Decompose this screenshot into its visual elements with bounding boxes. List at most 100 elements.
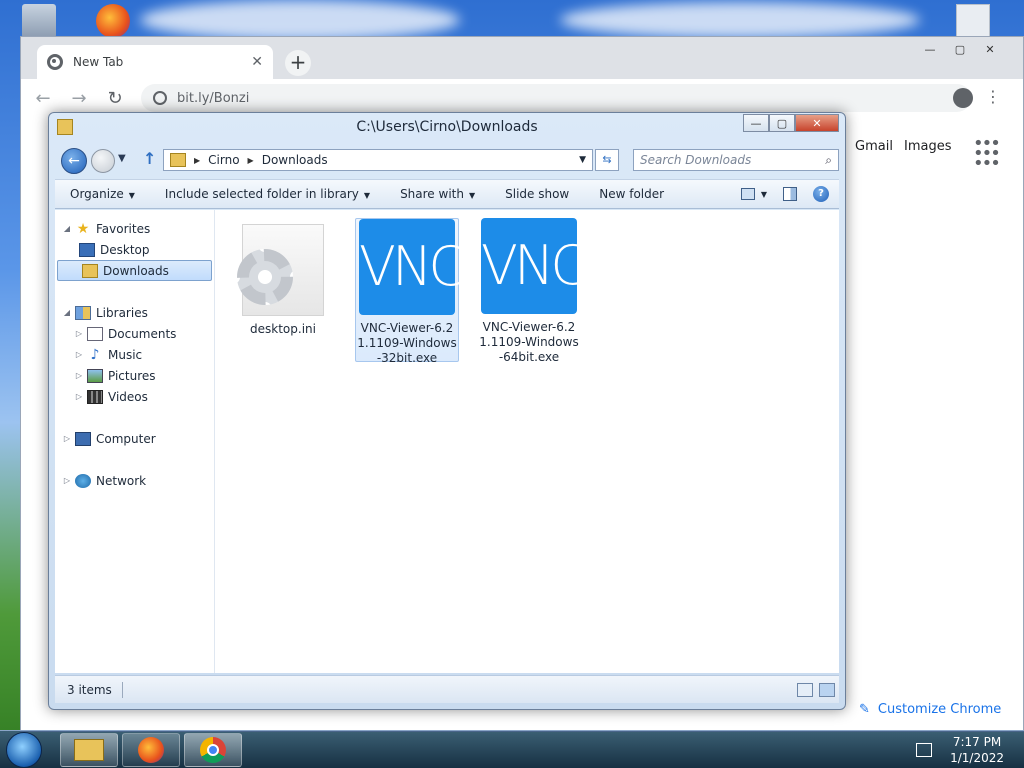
collapsed-triangle-icon[interactable]: ▷ <box>73 350 85 359</box>
chrome-minimize-button[interactable]: — <box>917 40 943 58</box>
forward-arrow-icon[interactable]: → <box>69 88 89 109</box>
chrome-icon <box>200 737 226 763</box>
back-arrow-icon[interactable]: ← <box>33 88 53 109</box>
computer-icon <box>75 431 91 446</box>
chrome-menu-icon[interactable]: ⋮ <box>985 87 1001 106</box>
explorer-minimize-button[interactable]: — <box>743 114 769 132</box>
up-arrow-icon[interactable]: ↑ <box>143 149 156 168</box>
chevron-down-icon: ▼ <box>128 191 135 200</box>
collapsed-triangle-icon[interactable]: ▷ <box>73 392 85 401</box>
chrome-maximize-button[interactable]: ▢ <box>947 40 973 58</box>
documents-icon <box>87 326 103 341</box>
tab-close-icon[interactable]: ✕ <box>251 54 263 70</box>
forward-button[interactable] <box>91 149 115 173</box>
file-item-vnc-32bit[interactable]: VNC VNC-Viewer-6.21.1109-Windows-32bit.e… <box>355 218 466 365</box>
network-icon <box>75 473 91 488</box>
tab-new-tab[interactable]: New Tab ✕ <box>37 45 273 79</box>
taskbar-explorer-button[interactable] <box>60 733 118 767</box>
profile-avatar-icon[interactable] <box>953 88 973 108</box>
nav-computer[interactable]: ▷ Computer <box>55 428 214 449</box>
google-apps-icon[interactable]: ••• ••• ••• <box>973 135 1001 173</box>
include-in-library-button[interactable]: Include selected folder in library ▼ <box>150 187 385 201</box>
collapsed-triangle-icon[interactable]: ▷ <box>61 434 73 443</box>
customize-chrome-button[interactable]: ✎ Customize Chrome <box>845 693 1015 725</box>
back-button[interactable]: ← <box>61 148 87 174</box>
organize-label: Organize <box>70 187 124 201</box>
file-item-vnc-64bit[interactable]: VNC VNC-Viewer-6.21.1109-Windows-64bit.e… <box>477 218 588 364</box>
nav-documents[interactable]: ▷ Documents <box>55 323 214 344</box>
expanded-triangle-icon[interactable]: ◢ <box>61 308 73 317</box>
new-tab-button[interactable]: + <box>285 50 311 76</box>
nav-favorites[interactable]: ◢ ★ Favorites <box>55 218 214 239</box>
reload-icon[interactable]: ↻ <box>105 88 125 109</box>
chevron-down-icon: ▼ <box>468 191 476 200</box>
preview-pane-icon[interactable] <box>783 187 797 201</box>
desktop-file-icon[interactable] <box>956 4 990 38</box>
taskbar-firefox-button[interactable] <box>122 733 180 767</box>
taskbar: 7:17 PM 1/1/2022 <box>0 730 1024 768</box>
breadcrumb-separator-icon[interactable]: ▶ <box>194 156 200 165</box>
details-view-icon[interactable] <box>797 682 813 697</box>
help-icon[interactable]: ? <box>813 186 829 202</box>
nav-network[interactable]: ▷ Network <box>55 470 214 491</box>
breadcrumb-downloads[interactable]: Downloads <box>262 153 328 167</box>
file-name: VNC-Viewer-6.21.1109-Windows-64bit.exe <box>479 320 579 364</box>
gear-icon <box>237 249 293 305</box>
breadcrumb[interactable]: ▶ Cirno ▶ Downloads ▼ <box>163 149 593 171</box>
network-tray-icon[interactable] <box>916 743 933 757</box>
nav-desktop[interactable]: Desktop <box>55 239 214 260</box>
history-dropdown-icon[interactable]: ▼ <box>118 153 126 164</box>
settings-file-icon <box>237 224 324 316</box>
breadcrumb-separator-icon[interactable]: ▶ <box>248 156 254 165</box>
view-dropdown-icon[interactable]: ▼ <box>761 190 767 199</box>
chrome-titlebar: New Tab ✕ + — ▢ ✕ <box>21 37 1023 79</box>
chrome-close-button[interactable]: ✕ <box>977 40 1003 58</box>
slide-show-button[interactable]: Slide show <box>490 187 584 201</box>
file-item-desktop-ini[interactable]: desktop.ini <box>231 218 335 362</box>
taskbar-chrome-button[interactable] <box>184 733 242 767</box>
explorer-close-button[interactable]: ✕ <box>795 114 839 132</box>
clock[interactable]: 7:17 PM 1/1/2022 <box>950 734 1004 766</box>
downloads-folder-icon <box>82 263 98 278</box>
collapsed-triangle-icon[interactable]: ▷ <box>73 329 85 338</box>
share-with-button[interactable]: Share with ▼ <box>385 187 490 201</box>
explorer-maximize-button[interactable]: ▢ <box>769 114 795 132</box>
chrome-window-controls: — ▢ ✕ <box>917 40 1003 58</box>
customize-chrome-label: Customize Chrome <box>877 701 1002 717</box>
expanded-triangle-icon[interactable]: ◢ <box>61 224 73 233</box>
collapsed-triangle-icon[interactable]: ▷ <box>73 371 85 380</box>
vnc-icon: VNC <box>359 219 466 315</box>
pictures-icon <box>87 368 103 383</box>
file-list: desktop.ini VNC VNC-Viewer-6.21.1109-Win… <box>221 216 839 673</box>
nav-pictures[interactable]: ▷ Pictures <box>55 365 214 386</box>
recycle-bin-icon[interactable] <box>22 4 56 38</box>
star-icon: ★ <box>76 220 90 237</box>
address-dropdown-icon[interactable]: ▼ <box>579 155 586 165</box>
nav-videos[interactable]: ▷ Videos <box>55 386 214 407</box>
clock-date: 1/1/2022 <box>950 751 1004 765</box>
breadcrumb-cirno[interactable]: Cirno <box>208 153 239 167</box>
organize-button[interactable]: Organize ▼ <box>55 187 150 201</box>
music-icon: ♪ <box>90 346 100 363</box>
explorer-body: ◢ ★ Favorites Desktop Downloads ◢ Librar… <box>55 210 839 673</box>
refresh-icon[interactable]: ⇆ <box>595 149 619 171</box>
start-button[interactable] <box>6 732 42 768</box>
nav-libraries[interactable]: ◢ Libraries <box>55 302 214 323</box>
new-folder-button[interactable]: New folder <box>584 187 679 201</box>
nav-network-label: Network <box>96 473 147 488</box>
collapsed-triangle-icon[interactable]: ▷ <box>61 476 73 485</box>
nav-favorites-label: Favorites <box>96 221 151 236</box>
explorer-icon <box>74 739 104 761</box>
search-input[interactable]: Search Downloads ⌕ <box>633 149 839 171</box>
status-view-buttons <box>797 682 839 697</box>
firefox-desktop-icon[interactable] <box>96 4 130 38</box>
nav-music[interactable]: ▷ ♪ Music <box>55 344 214 365</box>
large-icons-view-icon[interactable] <box>819 682 835 697</box>
change-view-icon[interactable] <box>740 188 755 200</box>
search-icon[interactable]: ⌕ <box>825 153 832 168</box>
address-bar[interactable]: bit.ly/Bonzi <box>141 84 971 112</box>
nav-downloads[interactable]: Downloads <box>57 260 212 281</box>
images-link[interactable]: Images <box>904 139 952 154</box>
gmail-link[interactable]: Gmail <box>855 139 893 154</box>
pencil-icon: ✎ <box>859 701 870 717</box>
